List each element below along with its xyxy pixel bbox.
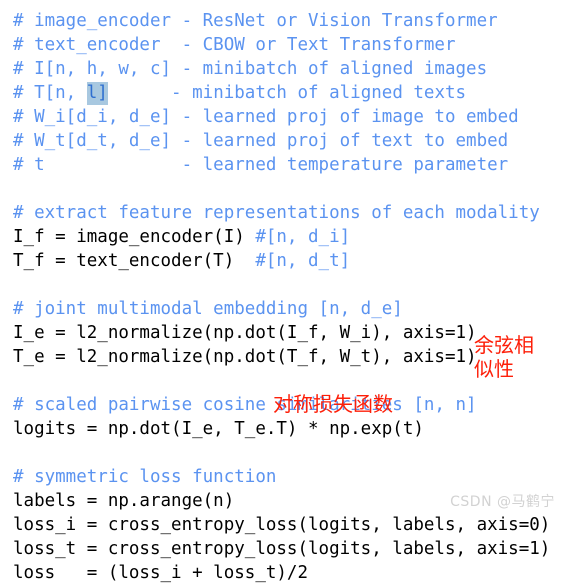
code-text: loss = (loss_i + loss_t)/2 xyxy=(13,563,309,583)
code-screenshot: # image_encoder - ResNet or Vision Trans… xyxy=(0,0,567,583)
code-comment: - minibatch of aligned texts xyxy=(107,83,467,103)
code-line: loss = (loss_i + loss_t)/2 xyxy=(13,561,567,585)
code-comment: # I[n, h, w, c] - minibatch of aligned i… xyxy=(13,59,488,79)
code-line: loss_t = cross_entropy_loss(logits, labe… xyxy=(13,537,567,561)
code-inline-comment: #[n, d_t] xyxy=(255,251,351,271)
code-line: # t - learned temperature parameter xyxy=(13,153,567,177)
code-line: # T[n, l] - minibatch of aligned texts xyxy=(13,81,567,105)
code-text: I_e = l2_normalize(np.dot(I_f, W_i), axi… xyxy=(13,323,477,343)
code-comment: # symmetric loss function xyxy=(13,467,277,487)
code-line: # W_i[d_i, d_e] - learned proj of image … xyxy=(13,105,567,129)
annotation-cosine-similarity: 余弦相 似性 xyxy=(474,333,534,381)
code-inline-comment: #[n, d_i] xyxy=(255,227,351,247)
code-comment: # text_encoder - CBOW or Text Transforme… xyxy=(13,35,456,55)
code-line: T_f = text_encoder(T) #[n, d_t] xyxy=(13,249,567,273)
code-text: loss_i = cross_entropy_loss(logits, labe… xyxy=(13,515,551,535)
code-line: # image_encoder - ResNet or Vision Trans… xyxy=(13,9,567,33)
code-line: # W_t[d_t, d_e] - learned proj of text t… xyxy=(13,129,567,153)
code-comment: # joint multimodal embedding [n, d_e] xyxy=(13,299,403,319)
code-text: loss_t = cross_entropy_loss(logits, labe… xyxy=(13,539,551,559)
code-comment: # extract feature representations of eac… xyxy=(13,203,540,223)
code-comment: # T[n, xyxy=(13,83,87,103)
watermark: CSDN @马鹤宁 xyxy=(450,494,555,510)
annotation-symmetric-loss: 对称损失函数 xyxy=(273,392,393,416)
code-line: # symmetric loss function xyxy=(13,465,567,489)
code-text: logits = np.dot(I_e, T_e.T) * np.exp(t) xyxy=(13,419,424,439)
code-text: T_e = l2_normalize(np.dot(T_f, W_t), axi… xyxy=(13,347,477,367)
code-text: T_f = text_encoder(T) xyxy=(13,251,256,271)
code-comment: # W_t[d_t, d_e] - learned proj of text t… xyxy=(13,131,509,151)
code-line: logits = np.dot(I_e, T_e.T) * np.exp(t) xyxy=(13,417,567,441)
code-line: loss_i = cross_entropy_loss(logits, labe… xyxy=(13,513,567,537)
code-comment: # image_encoder - ResNet or Vision Trans… xyxy=(13,11,498,31)
code-line: # joint multimodal embedding [n, d_e] xyxy=(13,297,567,321)
code-comment: # W_i[d_i, d_e] - learned proj of image … xyxy=(13,107,519,127)
code-comment: # t - learned temperature parameter xyxy=(13,155,509,175)
code-line: # I[n, h, w, c] - minibatch of aligned i… xyxy=(13,57,567,81)
code-line: # extract feature representations of eac… xyxy=(13,201,567,225)
code-line: # text_encoder - CBOW or Text Transforme… xyxy=(13,33,567,57)
code-text: I_f = image_encoder(I) xyxy=(13,227,256,247)
selected-text-highlight[interactable]: l] xyxy=(86,82,108,105)
code-line: I_f = image_encoder(I) #[n, d_i] xyxy=(13,225,567,249)
code-text: labels = np.arange(n) xyxy=(13,491,235,511)
